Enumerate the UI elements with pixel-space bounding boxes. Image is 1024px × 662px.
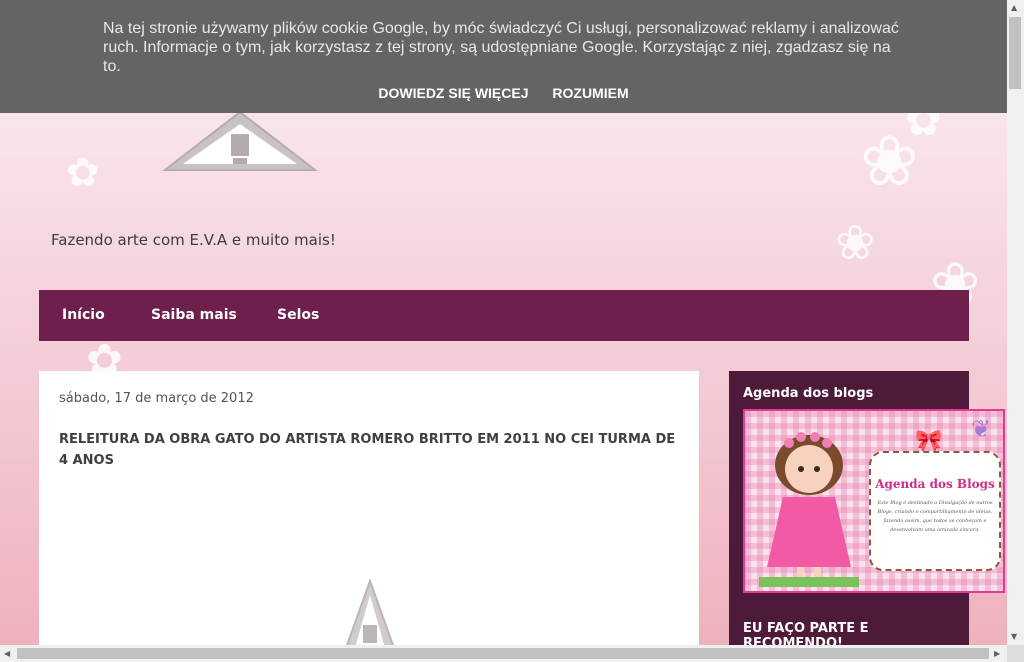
bow-icon: 🎀 (915, 429, 943, 454)
scrollbar-corner (1007, 645, 1024, 662)
scroll-down-icon[interactable]: ▼ (1011, 632, 1017, 642)
broken-image-icon (163, 110, 317, 171)
widget-title-agenda: Agenda dos blogs (743, 386, 874, 401)
nav-bar: Início Saiba mais Selos (39, 290, 969, 341)
banner-card: Agenda dos Blogs Este Blog é destinado a… (869, 451, 1001, 571)
banner-heading: Agenda dos Blogs (875, 477, 995, 491)
butterfly-icon: ❦ (971, 415, 992, 443)
nav-item-saiba-mais[interactable]: Saiba mais (151, 307, 237, 323)
learn-more-link[interactable]: DOWIEDZ SIĘ WIĘCEJ (378, 85, 528, 101)
scroll-thumb-horizontal[interactable] (17, 648, 989, 659)
scroll-left-icon[interactable]: ◀ (4, 649, 10, 659)
flower-decoration: ✿ (66, 150, 100, 196)
flower-decoration: ❀ (835, 215, 876, 271)
cookie-consent-bar: Na tej stronie używamy plików cookie Goo… (0, 0, 1007, 113)
post-date: sábado, 17 de março de 2012 (59, 391, 254, 406)
cookie-actions: DOWIEDZ SIĘ WIĘCEJ ROZUMIEM (0, 85, 1007, 101)
scroll-up-icon[interactable]: ▲ (1011, 3, 1017, 13)
nav-item-selos[interactable]: Selos (277, 307, 319, 323)
girl-illustration (759, 432, 859, 587)
horizontal-scrollbar[interactable]: ◀ ▶ (0, 645, 1007, 662)
blog-tagline: Fazendo arte com E.V.A e muito mais! (51, 231, 336, 249)
post-title[interactable]: RELEITURA DA OBRA GATO DO ARTISTA ROMERO… (59, 429, 679, 471)
scroll-thumb-vertical[interactable] (1009, 17, 1021, 89)
nav-item-inicio[interactable]: Início (62, 307, 105, 323)
scroll-right-icon[interactable]: ▶ (994, 649, 1000, 659)
agenda-dos-blogs-banner[interactable]: Agenda dos Blogs Este Blog é destinado a… (743, 409, 1005, 593)
banner-text: Este Blog é destinado a Divulgação de ou… (877, 500, 993, 533)
cookie-message: Na tej stronie używamy plików cookie Goo… (103, 20, 899, 75)
accept-cookies-button[interactable]: ROZUMIEM (552, 85, 628, 101)
vertical-scrollbar[interactable]: ▲ ▼ (1007, 0, 1024, 645)
main-content: sábado, 17 de março de 2012 RELEITURA DA… (39, 371, 699, 662)
